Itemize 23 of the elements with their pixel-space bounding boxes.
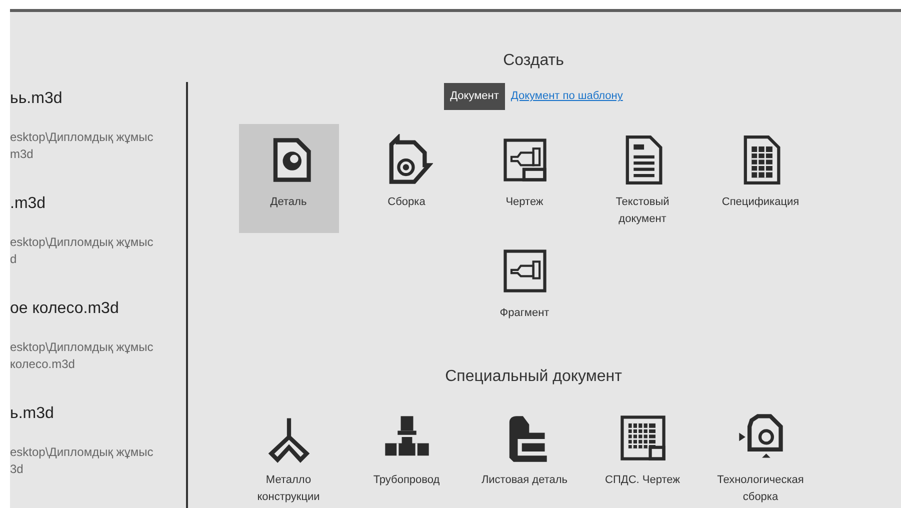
file-name[interactable]: .m3d [10,193,186,215]
document-type-tile[interactable]: Листовая деталь [474,402,574,508]
document-type-tile[interactable]: Чертеж [474,124,574,233]
file-name[interactable]: ь.m3d [10,403,186,425]
document-type-tile[interactable]: Текстовый документ [592,124,692,233]
section-title: Специальный документ [445,367,622,387]
document-type-tile[interactable]: Фрагмент [474,235,574,344]
file-path: esktop\Дипломдық жұмыс колесо.m3d [10,339,154,373]
document-type-tile[interactable]: Сборка [356,124,456,233]
file-path: esktop\Дипломдық жұмыс 3d [10,444,154,478]
document-type-tile[interactable]: Спецификация [710,124,810,233]
file-path: esktop\Дипломдық жұмыс d [10,234,154,268]
document-type-tile[interactable]: Трубопровод [356,402,456,508]
document-type-tile[interactable]: Деталь [238,124,338,233]
document-type-tile[interactable]: Металло конструкции [238,402,338,508]
section-title: Создать [503,51,564,71]
document-tab[interactable]: Документ [444,83,505,110]
file-name[interactable]: ьь.m3d [10,88,186,110]
file-name[interactable]: ое колесо.m3d [10,298,186,320]
document-type-tile[interactable]: СПДС. Чертеж [592,402,692,508]
document-type-tile[interactable]: Технологическая сборка [710,402,810,508]
file-path: esktop\Дипломдық жұмыс m3d [10,129,154,163]
template-link[interactable]: Документ по шаблону [510,83,623,110]
